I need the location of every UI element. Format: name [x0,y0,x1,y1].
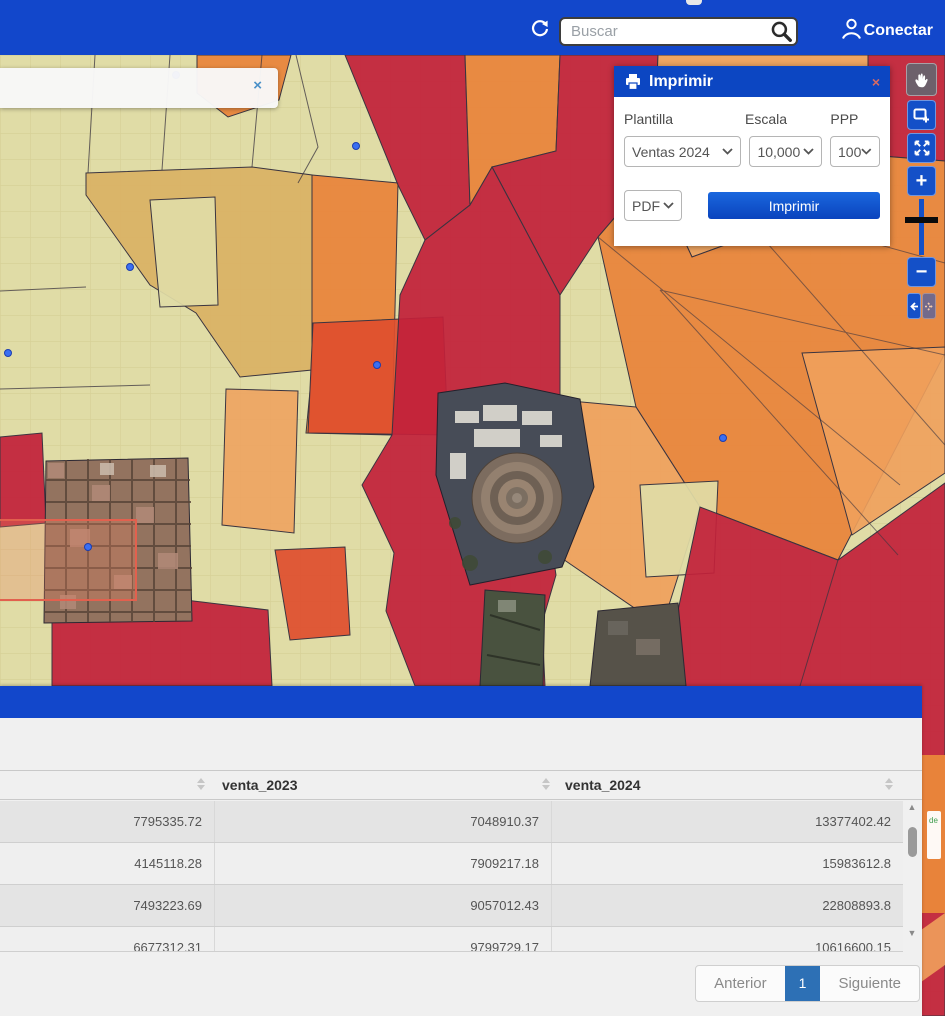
next-page-button[interactable]: Siguiente [820,966,919,1001]
printer-icon [624,74,642,90]
current-page-button[interactable]: 1 [785,966,821,1001]
format-value: PDF [632,198,660,214]
chevron-down-icon [803,148,814,155]
stadium-icon [472,453,562,543]
ppp-value: 100 [838,144,861,160]
scroll-up-icon[interactable]: ▲ [908,801,917,813]
close-icon[interactable]: × [253,78,262,93]
close-icon[interactable]: × [872,74,880,90]
cell-col1: 7493223.69 [0,885,215,926]
satellite-patch-south [480,590,545,686]
sort-icon[interactable] [197,778,205,790]
pan-tool-button[interactable] [906,63,937,96]
minus-icon: − [916,262,928,282]
print-dialog: Imprimir × Plantilla Escala PPP Ventas 2… [614,66,890,246]
ppp-select[interactable]: 100 [830,136,880,167]
box-zoom-button[interactable] [907,100,936,130]
cell-venta-2024: 22808893.8 [552,885,903,926]
previous-extent-icon [909,300,919,313]
cell-venta-2023: 9057012.43 [215,885,552,926]
zoom-in-button[interactable]: + [907,166,936,196]
next-extent-button[interactable] [922,293,936,319]
zoom-extent-icon [913,139,931,157]
top-header: Conectar [0,0,945,55]
table-scrollbar[interactable]: ▲ ▼ [903,801,921,939]
chevron-down-icon [861,148,872,155]
pagination: Anterior 1 Siguiente [695,965,920,1002]
plus-icon: + [916,171,928,191]
table-row[interactable]: 7493223.69 9057012.43 22808893.8 [0,885,903,927]
refresh-icon[interactable] [530,19,550,39]
escala-value: 10,000 [757,144,800,160]
results-panel: venta_2023 venta_2024 7795335.72 7048910… [0,686,922,1016]
connect-label: Conectar [864,22,933,40]
cell-venta-2023: 7909217.18 [215,843,552,884]
chevron-down-icon [722,148,733,155]
cell-col1: 4145118.28 [0,843,215,884]
print-dialog-title: Imprimir [649,73,713,91]
cell-col1: 7795335.72 [0,801,215,842]
print-dialog-header[interactable]: Imprimir × [614,66,890,97]
cell-venta-2024: 15983612.8 [552,843,903,884]
sort-icon[interactable] [885,778,893,790]
svg-text:de: de [929,816,938,825]
zoom-out-button[interactable]: − [907,257,936,287]
results-panel-titlebar[interactable] [0,686,922,718]
zoom-extent-button[interactable] [907,133,936,163]
zoom-slider[interactable] [905,199,938,255]
connect-button[interactable]: Conectar [839,17,933,45]
cell-col1: 6677312.31 [0,927,215,952]
format-select[interactable]: PDF [624,190,682,221]
next-extent-icon [924,300,934,313]
previous-extent-button[interactable] [907,293,921,319]
cell-venta-2024: 13377402.42 [552,801,903,842]
app-window: de × Imprimir × Plan [0,0,945,1016]
cell-venta-2023: 7048910.37 [215,801,552,842]
previous-page-button[interactable]: Anterior [696,966,785,1001]
header-notch [686,0,702,5]
cell-venta-2024: 10616600.15 [552,927,903,952]
collapsed-panel[interactable]: × [0,68,278,108]
table-header-row: venta_2023 venta_2024 [0,770,922,800]
print-button[interactable]: Imprimir [708,192,880,219]
ppp-label: PPP [830,111,880,127]
cell-venta-2023: 9799729.17 [215,927,552,952]
zoom-slider-track [919,199,924,255]
hand-icon [913,70,931,90]
scrollbar-thumb[interactable] [908,827,917,857]
selection-rectangle [0,520,136,600]
map-toolbar: + − [905,63,938,319]
escala-select[interactable]: 10,000 [749,136,822,167]
map-label-fragment: de [927,811,941,859]
person-icon [839,17,864,45]
search-bar [559,17,798,46]
table-row[interactable]: 7795335.72 7048910.37 13377402.42 [0,801,903,843]
satellite-patch-southeast [590,603,686,686]
table-row[interactable]: 4145118.28 7909217.18 15983612.8 [0,843,903,885]
sort-icon[interactable] [542,778,550,790]
scroll-down-icon[interactable]: ▼ [908,927,917,939]
column-header-venta-2024[interactable]: venta_2024 [565,777,641,793]
plantilla-label: Plantilla [624,111,745,127]
zoom-slider-handle[interactable] [905,217,938,223]
column-header-venta-2023[interactable]: venta_2023 [222,777,298,793]
plantilla-value: Ventas 2024 [632,144,710,160]
table-body: 7795335.72 7048910.37 13377402.42 414511… [0,801,903,952]
search-input[interactable] [559,17,798,46]
chevron-down-icon [663,202,674,209]
search-icon[interactable] [770,20,793,48]
plantilla-select[interactable]: Ventas 2024 [624,136,741,167]
table-row[interactable]: 6677312.31 9799729.17 10616600.15 [0,927,903,952]
box-zoom-icon [912,106,931,125]
escala-label: Escala [745,111,830,127]
